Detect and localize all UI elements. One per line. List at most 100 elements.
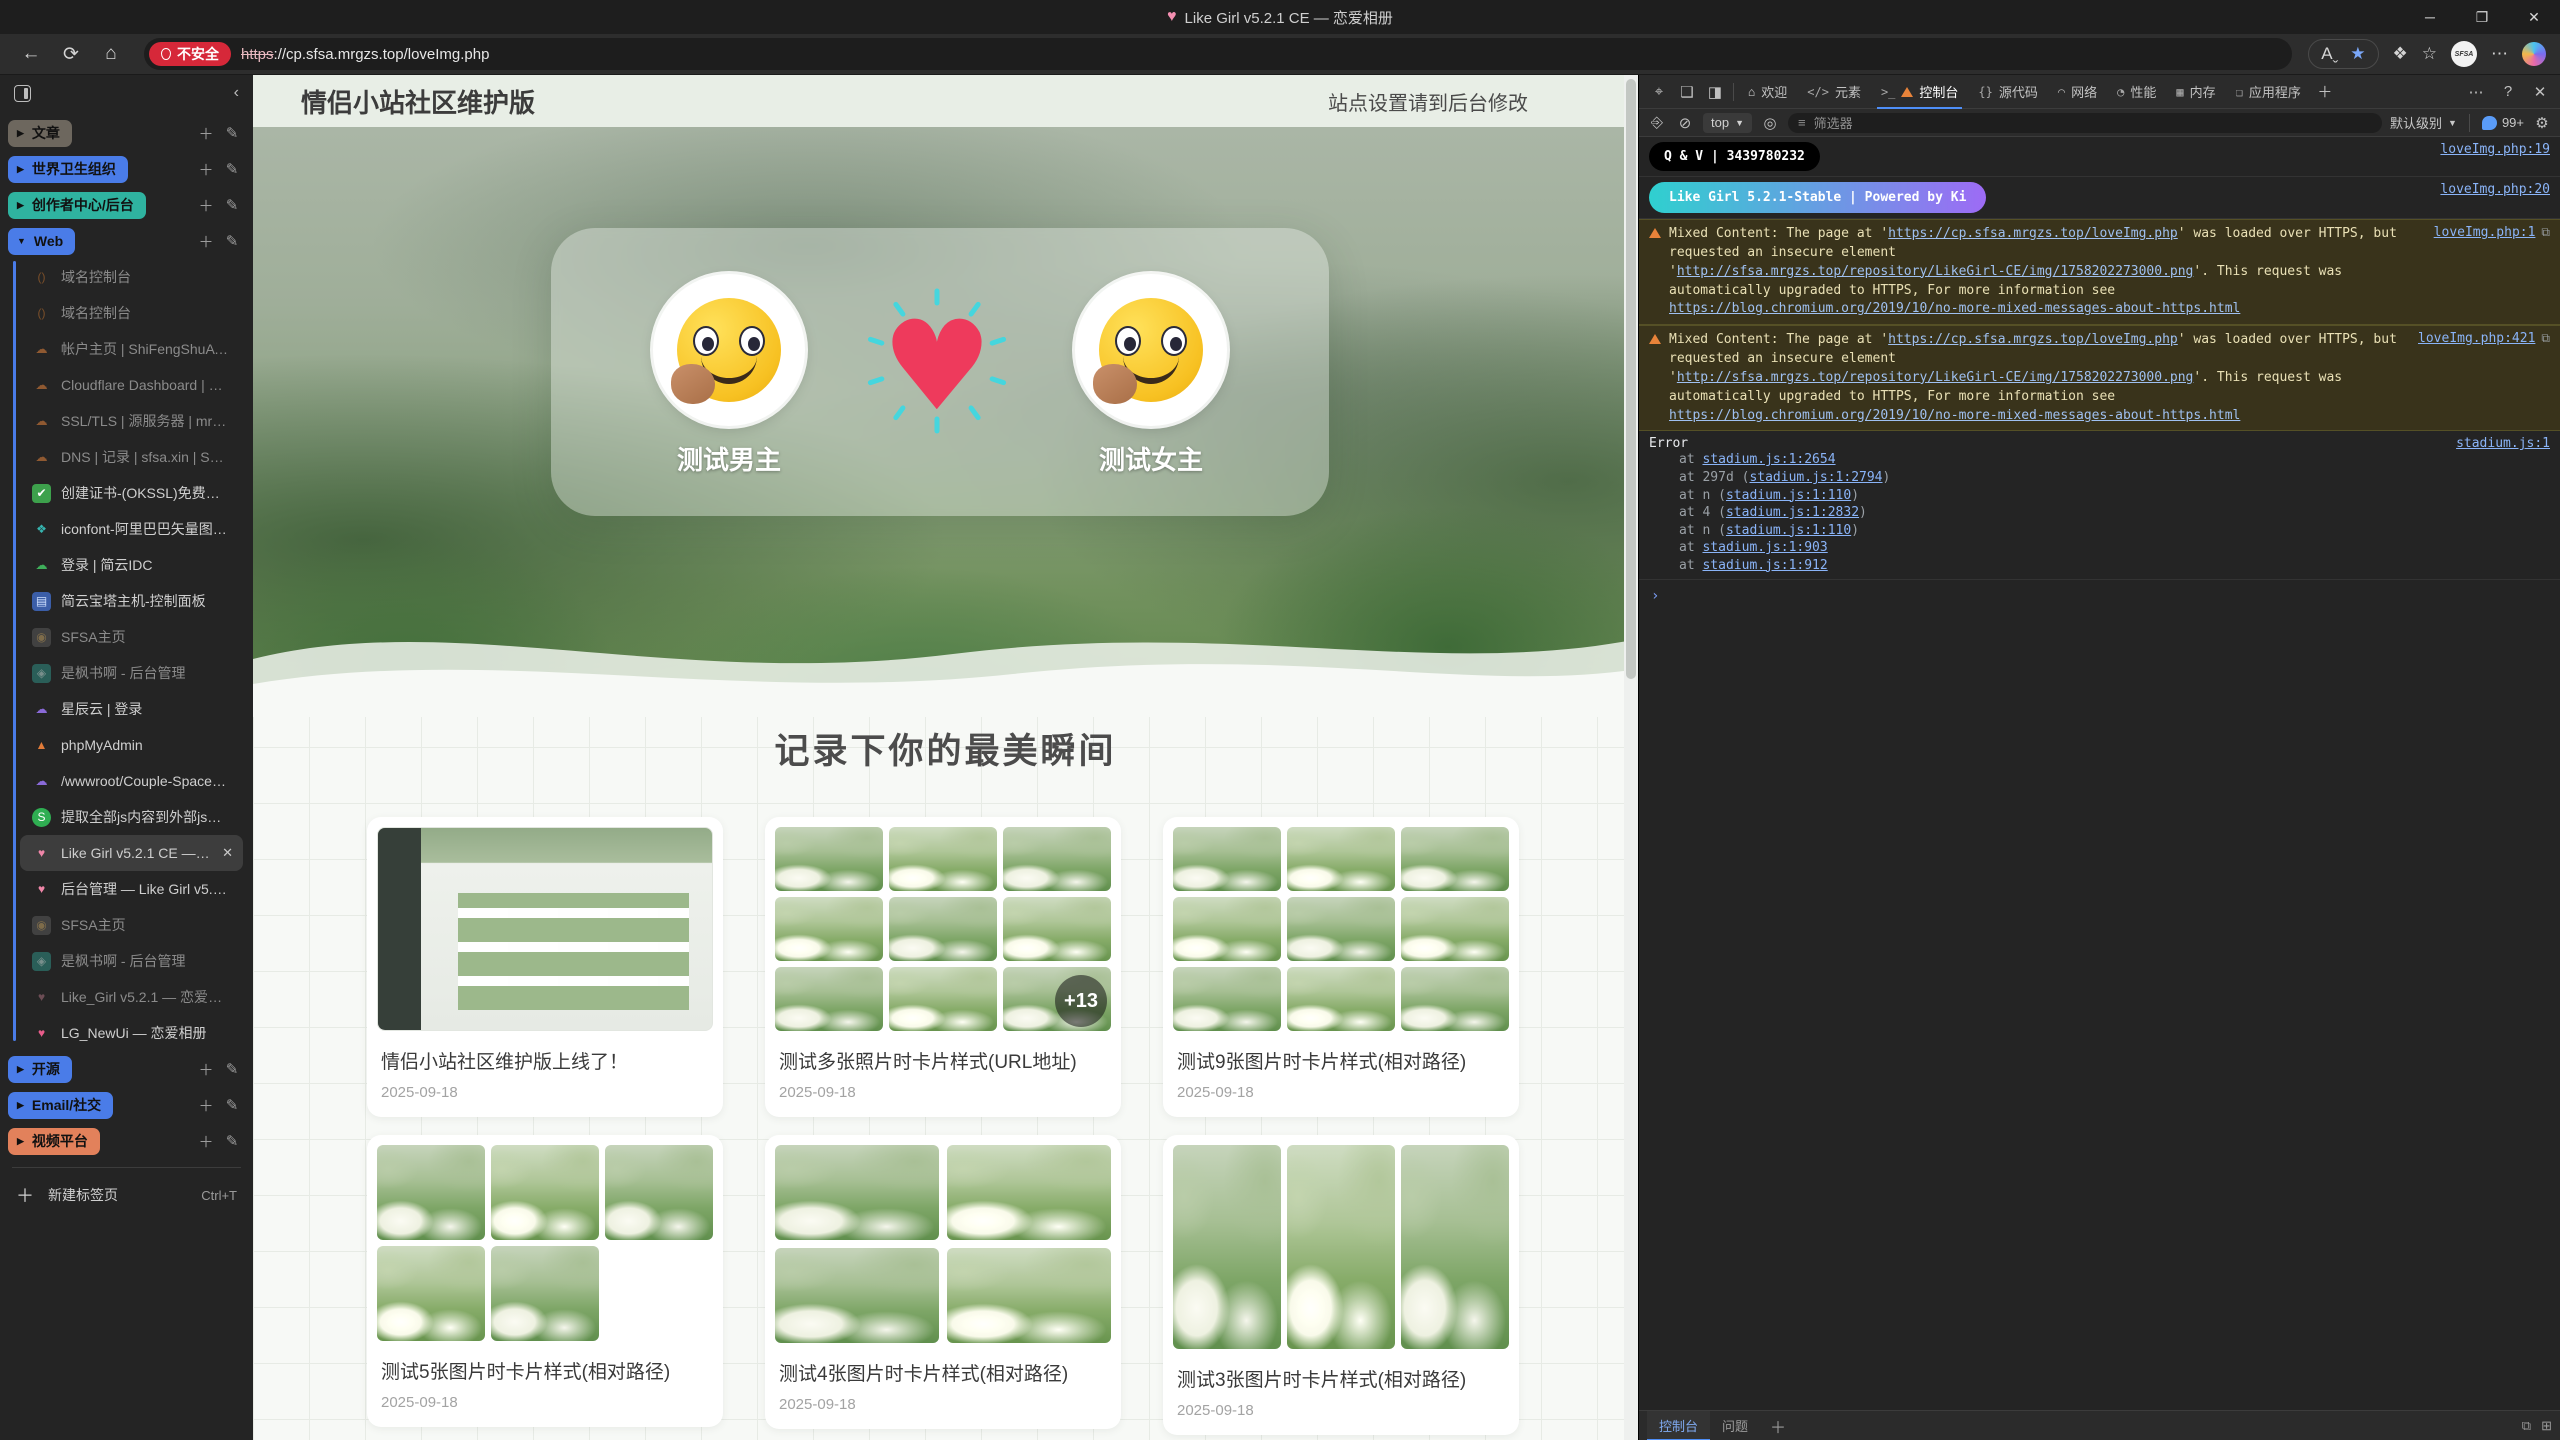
group-add-icon[interactable]: ＋	[193, 231, 219, 252]
photo-card[interactable]: 测试9张图片时卡片样式(相对路径)2025-09-18	[1163, 817, 1519, 1117]
sidebar-group-视频平台[interactable]: ▶视频平台	[8, 1128, 100, 1155]
sidebar-tab-item[interactable]: S提取全部js内容到外部js文件	[8, 799, 245, 835]
minimize-button[interactable]: ─	[2404, 0, 2456, 34]
photo-thumbnail[interactable]	[775, 827, 883, 891]
collapse-sidebar-icon[interactable]: ‹	[234, 84, 239, 102]
photo-card[interactable]: 测试3张图片时卡片样式(相对路径)2025-09-18	[1163, 1135, 1519, 1435]
sidebar-tab-item[interactable]: ☁星辰云 | 登录	[8, 691, 245, 727]
scrollbar-thumb[interactable]	[1626, 79, 1636, 679]
photo-thumbnail[interactable]	[1173, 967, 1281, 1031]
warning-url-link[interactable]: https://blog.chromium.org/2019/10/no-mor…	[1669, 408, 2240, 423]
home-button[interactable]: ⌂	[94, 37, 128, 71]
console-sidebar-icon[interactable]: ⎆	[1647, 109, 1667, 137]
more-tabs-icon[interactable]: ＋	[2311, 78, 2339, 106]
photo-thumbnail[interactable]	[1287, 897, 1395, 961]
photo-thumbnail[interactable]	[377, 1145, 485, 1240]
url-text[interactable]: https://cp.sfsa.mrgzs.top/loveImg.php	[241, 46, 489, 63]
stack-link[interactable]: stadium.js:1:110	[1726, 523, 1851, 538]
refresh-button[interactable]: ⟳	[54, 37, 88, 71]
new-tab-button[interactable]: ＋ 新建标签页 Ctrl+T	[0, 1176, 253, 1214]
console-prompt[interactable]: ›	[1639, 580, 2560, 612]
favorite-star-icon[interactable]: ★	[2350, 44, 2365, 64]
close-button[interactable]: ✕	[2508, 0, 2560, 34]
photo-thumbnail[interactable]	[1401, 897, 1509, 961]
devtools-tab-元素[interactable]: </>元素	[1797, 75, 1871, 109]
sidebar-tab-item[interactable]: ◈是枫书啊 - 后台管理	[8, 943, 245, 979]
copilot-icon[interactable]	[2522, 42, 2546, 66]
drawer-add-icon[interactable]: ＋	[1760, 1414, 1796, 1438]
source-link[interactable]: loveImg.php:1	[2434, 225, 2536, 240]
context-selector[interactable]: top ▼	[1703, 113, 1752, 133]
sidebar-group-世界卫生组织[interactable]: ▶世界卫生组织	[8, 156, 128, 183]
stack-link[interactable]: stadium.js:1:110	[1726, 488, 1851, 503]
extensions-icon[interactable]: ❖	[2393, 44, 2408, 64]
photo-thumbnail[interactable]	[1003, 897, 1111, 961]
close-tab-icon[interactable]: ✕	[222, 845, 233, 861]
female-avatar[interactable]	[1075, 274, 1227, 426]
group-edit-icon[interactable]: ✎	[219, 124, 245, 142]
copy-icon[interactable]: ⧉	[2541, 331, 2550, 346]
log-level-selector[interactable]: 默认级别 ▼	[2390, 113, 2457, 132]
photo-thumbnail[interactable]	[1003, 827, 1111, 891]
photo-thumbnail[interactable]	[491, 1246, 599, 1341]
group-edit-icon[interactable]: ✎	[219, 232, 245, 250]
photo-card[interactable]: 测试5张图片时卡片样式(相对路径)2025-09-18	[367, 1135, 723, 1427]
sidebar-tab-item[interactable]: ☁/wwwroot/Couple-Space-5.2.1-C	[8, 763, 245, 799]
sidebar-tab-item[interactable]: ◉SFSA主页	[8, 619, 245, 655]
stack-link[interactable]: stadium.js:1:2654	[1702, 452, 1835, 467]
group-add-icon[interactable]: ＋	[193, 195, 219, 216]
group-add-icon[interactable]: ＋	[193, 1095, 219, 1116]
clear-console-icon[interactable]: ⊘	[1675, 109, 1695, 137]
photo-thumbnail[interactable]	[775, 897, 883, 961]
warning-url-link[interactable]: https://cp.sfsa.mrgzs.top/loveImg.php	[1888, 332, 2178, 347]
male-avatar[interactable]	[653, 274, 805, 426]
warning-url-link[interactable]: https://blog.chromium.org/2019/10/no-mor…	[1669, 301, 2240, 316]
sidebar-tab-item[interactable]: ☁登录 | 简云IDC	[8, 547, 245, 583]
back-button[interactable]: ←	[14, 37, 48, 71]
devtools-menu-icon[interactable]: ⋯	[2462, 78, 2490, 106]
sidebar-tab-item[interactable]: ▤简云宝塔主机-控制面板	[8, 583, 245, 619]
sidebar-tab-item[interactable]: ◈是枫书啊 - 后台管理	[8, 655, 245, 691]
source-link[interactable]: loveImg.php:19	[2440, 142, 2550, 157]
read-aloud-icon[interactable]: Aˬ	[2321, 44, 2338, 64]
group-edit-icon[interactable]: ✎	[219, 160, 245, 178]
page-scrollbar[interactable]	[1624, 75, 1638, 1440]
photo-thumbnail[interactable]: +13	[1003, 967, 1111, 1031]
photo-thumbnail[interactable]	[377, 1246, 485, 1341]
photo-thumbnail[interactable]	[1401, 1145, 1509, 1349]
devtools-close-icon[interactable]: ✕	[2526, 78, 2554, 106]
sidebar-tab-item[interactable]: ♥LG_NewUi — 恋爱相册	[8, 1015, 245, 1051]
collections-icon[interactable]: ☆	[2422, 44, 2437, 64]
sidebar-tab-item[interactable]: ☁SSL/TLS | 源服务器 | mrgzs.top | S	[8, 403, 245, 439]
sidebar-tab-item[interactable]: ☁DNS | 记录 | sfsa.xin | ShiFengShu	[8, 439, 245, 475]
sidebar-group-文章[interactable]: ▶文章	[8, 120, 72, 147]
stack-link[interactable]: stadium.js:1:2832	[1726, 505, 1859, 520]
address-bar[interactable]: 不安全 https://cp.sfsa.mrgzs.top/loveImg.ph…	[144, 38, 2292, 70]
warning-url-link[interactable]: https://cp.sfsa.mrgzs.top/loveImg.php	[1888, 226, 2178, 241]
warning-url-link[interactable]: http://sfsa.mrgzs.top/repository/LikeGir…	[1677, 264, 2194, 279]
devtools-tab-性能[interactable]: ◔性能	[2107, 75, 2166, 109]
group-edit-icon[interactable]: ✎	[219, 1060, 245, 1078]
settings-menu-icon[interactable]: ⋯	[2491, 44, 2508, 64]
sidebar-group-Web[interactable]: ▼Web	[8, 228, 75, 255]
photo-thumbnail[interactable]	[947, 1145, 1111, 1240]
sidebar-tab-item[interactable]: ()域名控制台	[8, 295, 245, 331]
copy-icon[interactable]: ⧉	[2541, 225, 2550, 240]
sidebar-tab-item[interactable]: ♥Like Girl v5.2.1 CE — 恋爱相册✕	[20, 835, 243, 871]
photo-thumbnail[interactable]	[1173, 897, 1281, 961]
drawer-dock-icon[interactable]: ⧉	[2522, 1418, 2531, 1434]
console-filter-input[interactable]: ≡ 筛选器	[1788, 113, 2382, 133]
security-badge[interactable]: 不安全	[149, 42, 231, 66]
devtools-tab-欢迎[interactable]: ⌂欢迎	[1738, 75, 1797, 109]
tab-actions-icon[interactable]	[14, 85, 31, 102]
sidebar-tab-item[interactable]: ()域名控制台	[8, 259, 245, 295]
source-link[interactable]: loveImg.php:421	[2418, 331, 2535, 346]
group-add-icon[interactable]: ＋	[193, 159, 219, 180]
photo-thumbnail[interactable]	[491, 1145, 599, 1240]
devtools-help-icon[interactable]: ?	[2494, 78, 2522, 106]
photo-thumbnail[interactable]	[1401, 967, 1509, 1031]
sidebar-tab-item[interactable]: ❖iconfont-阿里巴巴矢量图标库	[8, 511, 245, 547]
photo-card[interactable]: 测试4张图片时卡片样式(相对路径)2025-09-18	[765, 1135, 1121, 1429]
photo-thumbnail[interactable]	[1173, 827, 1281, 891]
photo-thumbnail[interactable]	[775, 967, 883, 1031]
